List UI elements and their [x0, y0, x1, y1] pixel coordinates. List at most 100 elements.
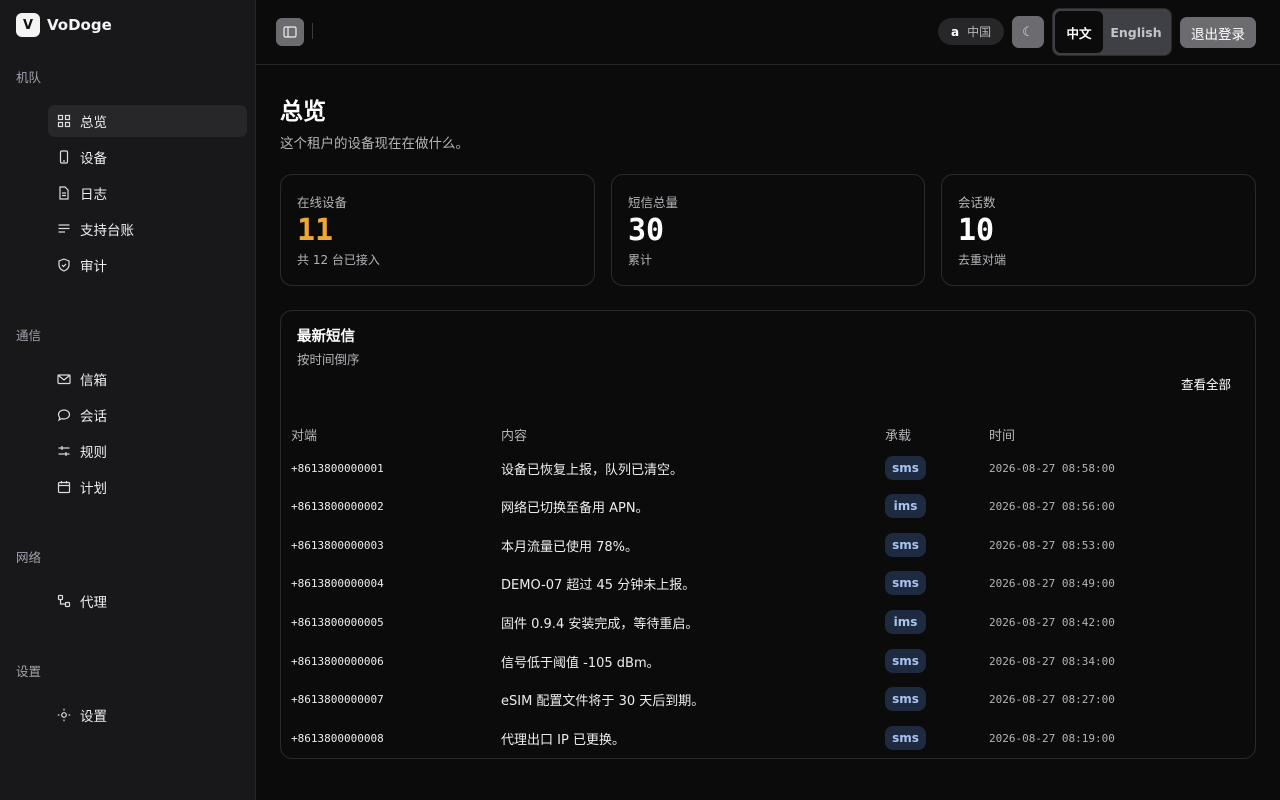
nav-group-label-comms: 通信 — [16, 328, 42, 343]
view-all-link[interactable]: 查看全部 — [1181, 374, 1231, 393]
sidebar-item-overview[interactable]: 总览 — [48, 105, 247, 137]
sidebar-item-audit[interactable]: 审计 — [48, 249, 247, 281]
file-icon — [57, 186, 71, 200]
message-time: 2026-08-27 08:56:00 — [989, 499, 1115, 513]
peer-number: +8613800000003 — [291, 538, 384, 552]
bearer-cell: sms — [885, 680, 926, 718]
sliders-icon — [57, 444, 71, 458]
stat-hint: 累计 — [628, 253, 653, 267]
bearer-cell: ims — [885, 487, 926, 525]
tenant-avatar: a — [951, 24, 960, 39]
sidebar: V VoDoge 机队 总览 设备 日志 支持台账 审计 通信 信箱 会话 规则… — [0, 0, 256, 800]
message-content: 代理出口 IP 已更换。 — [501, 732, 625, 748]
bearer-badge: sms — [885, 571, 926, 595]
table-row[interactable]: +8613800000002 网络已切换至备用 APN。 ims 2026-08… — [281, 487, 1255, 525]
stat-card-conversations: 会话数 10 去重对端 — [941, 174, 1256, 286]
message-time: 2026-08-27 08:58:00 — [989, 461, 1115, 475]
table-row[interactable]: +8613800000003 本月流量已使用 78%。 sms 2026-08-… — [281, 526, 1255, 564]
sidebar-item-support-ledger[interactable]: 支持台账 — [48, 213, 247, 245]
message-content: DEMO-07 超过 45 分钟未上报。 — [501, 577, 696, 593]
calendar-icon — [57, 480, 71, 494]
stat-label: 会话数 — [958, 195, 996, 210]
sidebar-item-rules[interactable]: 规则 — [48, 435, 247, 467]
stat-hint: 去重对端 — [958, 253, 1007, 267]
theme-toggle-button[interactable]: ☾ — [1012, 16, 1044, 48]
stat-value: 10 — [958, 213, 995, 248]
sidebar-item-label: 日志 — [80, 187, 107, 203]
message-content: eSIM 配置文件将于 30 天后到期。 — [501, 693, 705, 709]
bearer-cell: sms — [885, 564, 926, 602]
lang-option-zh[interactable]: 中文 — [1055, 11, 1103, 53]
sidebar-item-label: 会话 — [80, 409, 107, 425]
gear-icon — [57, 708, 71, 722]
column-header-content: 内容 — [501, 429, 528, 444]
stat-label: 短信总量 — [628, 195, 679, 210]
page-subtitle: 这个租户的设备现在在做什么。 — [280, 136, 469, 152]
message-time: 2026-08-27 08:49:00 — [989, 576, 1115, 590]
grid-icon — [57, 114, 71, 128]
bearer-cell: sms — [885, 719, 926, 757]
sidebar-item-inbox[interactable]: 信箱 — [48, 363, 247, 395]
logout-button[interactable]: 退出登录 — [1180, 17, 1256, 48]
nav-group-label-settings: 设置 — [16, 664, 42, 679]
stat-card-online-devices: 在线设备 11 共 12 台已接入 — [280, 174, 595, 286]
moon-icon: ☾ — [1022, 24, 1034, 40]
peer-number: +8613800000005 — [291, 615, 384, 629]
bearer-badge: sms — [885, 687, 926, 711]
shield-icon — [57, 258, 71, 272]
peer-number: +8613800000002 — [291, 499, 384, 513]
table-row[interactable]: +8613800000008 代理出口 IP 已更换。 sms 2026-08-… — [281, 719, 1255, 757]
table-row[interactable]: +8613800000006 信号低于阈值 -105 dBm。 sms 2026… — [281, 642, 1255, 680]
column-header-bearer: 承载 — [885, 429, 912, 444]
message-time: 2026-08-27 08:19:00 — [989, 731, 1115, 745]
message-content: 固件 0.9.4 安装完成，等待重启。 — [501, 616, 699, 632]
bearer-badge: ims — [885, 610, 926, 634]
stat-value: 30 — [628, 213, 665, 248]
topbar-divider — [312, 23, 313, 39]
sidebar-toggle-button[interactable] — [276, 18, 304, 46]
bearer-badge: sms — [885, 533, 926, 557]
peer-number: +8613800000001 — [291, 461, 384, 475]
sidebar-item-conversations[interactable]: 会话 — [48, 399, 247, 431]
topbar: a 中国 ☾ 中文 English 退出登录 — [256, 0, 1280, 65]
peer-number: +8613800000006 — [291, 654, 384, 668]
nav-group-label-network: 网络 — [16, 550, 42, 565]
sidebar-item-settings[interactable]: 设置 — [48, 699, 247, 731]
message-time: 2026-08-27 08:27:00 — [989, 692, 1115, 706]
column-header-time: 时间 — [989, 429, 1016, 444]
peer-number: +8613800000008 — [291, 731, 384, 745]
bearer-badge: sms — [885, 649, 926, 673]
sidebar-item-proxy[interactable]: 代理 — [48, 585, 247, 617]
table-row[interactable]: +8613800000004 DEMO-07 超过 45 分钟未上报。 sms … — [281, 564, 1255, 602]
table-row[interactable]: +8613800000007 eSIM 配置文件将于 30 天后到期。 sms … — [281, 680, 1255, 718]
brand-name: VoDoge — [47, 16, 112, 34]
message-time: 2026-08-27 08:42:00 — [989, 615, 1115, 629]
tenant-selector[interactable]: a 中国 — [938, 18, 1004, 45]
table-row[interactable]: +8613800000001 设备已恢复上报，队列已清空。 sms 2026-0… — [281, 449, 1255, 487]
sidebar-item-label: 审计 — [80, 259, 107, 275]
latest-sms-title: 最新短信 — [297, 329, 355, 345]
tenant-name: 中国 — [967, 25, 992, 39]
brand-logo: V — [16, 13, 40, 37]
message-content: 本月流量已使用 78%。 — [501, 539, 639, 555]
sidebar-item-label: 总览 — [80, 115, 107, 131]
brand[interactable]: V VoDoge — [16, 13, 112, 37]
sidebar-toggle-icon — [283, 25, 297, 39]
sidebar-item-schedule[interactable]: 计划 — [48, 471, 247, 503]
nav-group-label-fleet: 机队 — [16, 70, 42, 85]
latest-sms-subtitle: 按时间倒序 — [297, 352, 360, 367]
table-row[interactable]: +8613800000005 固件 0.9.4 安装完成，等待重启。 ims 2… — [281, 603, 1255, 641]
bearer-badge: ims — [885, 494, 926, 518]
lang-option-en[interactable]: English — [1103, 11, 1169, 53]
phone-icon — [57, 150, 71, 164]
chat-icon — [57, 408, 71, 422]
sidebar-item-logs[interactable]: 日志 — [48, 177, 247, 209]
message-content: 网络已切换至备用 APN。 — [501, 500, 649, 516]
mail-icon — [57, 372, 71, 386]
latest-sms-card: 最新短信 按时间倒序 查看全部 对端 内容 承载 时间 +86138000000… — [280, 310, 1256, 759]
bearer-cell: sms — [885, 642, 926, 680]
sidebar-item-label: 设置 — [80, 709, 107, 725]
peer-number: +8613800000007 — [291, 692, 384, 706]
page-title: 总览 — [280, 99, 326, 125]
sidebar-item-devices[interactable]: 设备 — [48, 141, 247, 173]
